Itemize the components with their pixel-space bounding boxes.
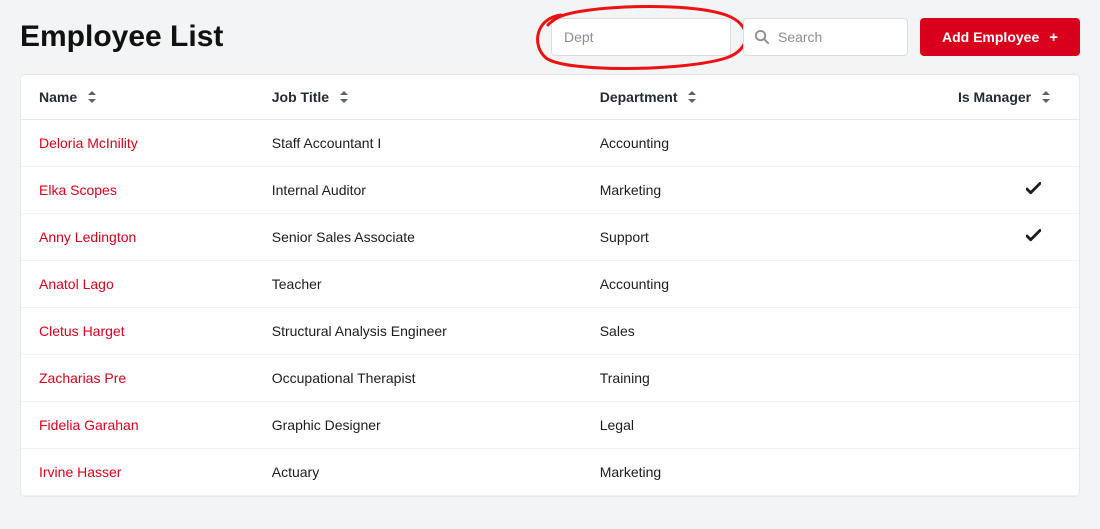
employee-link[interactable]: Anny Ledington: [39, 229, 136, 245]
check-icon: [1026, 182, 1041, 195]
col-header-name[interactable]: Name: [21, 75, 254, 120]
search-icon: [754, 29, 769, 44]
employee-table-card: Name Job Title Department Is Manager Del…: [20, 74, 1080, 497]
table-row: Fidelia Garahan Graphic DesignerLegal: [21, 402, 1079, 449]
cell-name: Fidelia Garahan: [21, 402, 254, 449]
cell-name: Anny Ledington: [21, 214, 254, 261]
col-header-department[interactable]: Department: [582, 75, 910, 120]
cell-job-title: Occupational Therapist: [254, 355, 582, 402]
table-row: Irvine Hasser ActuaryMarketing: [21, 449, 1079, 496]
cell-is-manager: [910, 449, 1079, 496]
cell-is-manager: [910, 214, 1079, 261]
employee-link[interactable]: Deloria McInility: [39, 135, 138, 151]
table-row: Zacharias Pre Occupational TherapistTrain…: [21, 355, 1079, 402]
cell-department: Accounting: [582, 120, 910, 167]
add-employee-button[interactable]: Add Employee +: [920, 18, 1080, 56]
col-header-name-label: Name: [39, 89, 77, 105]
col-header-is-manager[interactable]: Is Manager: [910, 75, 1079, 120]
sort-icon: [87, 91, 97, 103]
cell-job-title: Staff Accountant I: [254, 120, 582, 167]
col-header-is-manager-label: Is Manager: [958, 89, 1031, 105]
sort-icon: [1041, 91, 1051, 103]
cell-is-manager: [910, 308, 1079, 355]
cell-department: Sales: [582, 308, 910, 355]
cell-is-manager: [910, 120, 1079, 167]
cell-job-title: Graphic Designer: [254, 402, 582, 449]
cell-name: Cletus Harget: [21, 308, 254, 355]
employee-link[interactable]: Zacharias Pre: [39, 370, 126, 386]
cell-is-manager: [910, 261, 1079, 308]
sort-icon: [339, 91, 349, 103]
cell-name: Deloria McInility: [21, 120, 254, 167]
cell-department: Training: [582, 355, 910, 402]
cell-job-title: Teacher: [254, 261, 582, 308]
table-row: Deloria McInility Staff Accountant IAccou…: [21, 120, 1079, 167]
employee-link[interactable]: Fidelia Garahan: [39, 417, 139, 433]
col-header-job-title[interactable]: Job Title: [254, 75, 582, 120]
employee-link[interactable]: Elka Scopes: [39, 182, 117, 198]
cell-name: Anatol Lago: [21, 261, 254, 308]
table-row: Anny Ledington Senior Sales AssociateSupp…: [21, 214, 1079, 261]
cell-is-manager: [910, 355, 1079, 402]
col-header-job-title-label: Job Title: [272, 89, 329, 105]
table-row: Anatol Lago TeacherAccounting: [21, 261, 1079, 308]
cell-name: Irvine Hasser: [21, 449, 254, 496]
search-wrap: [743, 18, 908, 56]
cell-job-title: Structural Analysis Engineer: [254, 308, 582, 355]
add-employee-label: Add Employee: [942, 29, 1039, 45]
col-header-department-label: Department: [600, 89, 678, 105]
cell-department: Accounting: [582, 261, 910, 308]
cell-department: Marketing: [582, 449, 910, 496]
cell-department: Legal: [582, 402, 910, 449]
cell-department: Support: [582, 214, 910, 261]
employee-link[interactable]: Anatol Lago: [39, 276, 114, 292]
table-row: Cletus Harget Structural Analysis Enginee…: [21, 308, 1079, 355]
cell-job-title: Senior Sales Associate: [254, 214, 582, 261]
cell-is-manager: [910, 167, 1079, 214]
page-header: Employee List Add Employee +: [0, 0, 1100, 74]
employee-link[interactable]: Irvine Hasser: [39, 464, 121, 480]
employee-link[interactable]: Cletus Harget: [39, 323, 125, 339]
cell-name: Elka Scopes: [21, 167, 254, 214]
cell-job-title: Internal Auditor: [254, 167, 582, 214]
cell-is-manager: [910, 402, 1079, 449]
cell-name: Zacharias Pre: [21, 355, 254, 402]
cell-department: Marketing: [582, 167, 910, 214]
table-row: Elka Scopes Internal AuditorMarketing: [21, 167, 1079, 214]
plus-icon: +: [1049, 29, 1058, 46]
dept-filter-input[interactable]: [551, 18, 731, 56]
cell-job-title: Actuary: [254, 449, 582, 496]
dept-filter-wrap: [551, 18, 731, 56]
sort-icon: [687, 91, 697, 103]
check-icon: [1026, 229, 1041, 242]
employee-table: Name Job Title Department Is Manager Del…: [21, 75, 1079, 496]
page-title: Employee List: [20, 20, 539, 54]
